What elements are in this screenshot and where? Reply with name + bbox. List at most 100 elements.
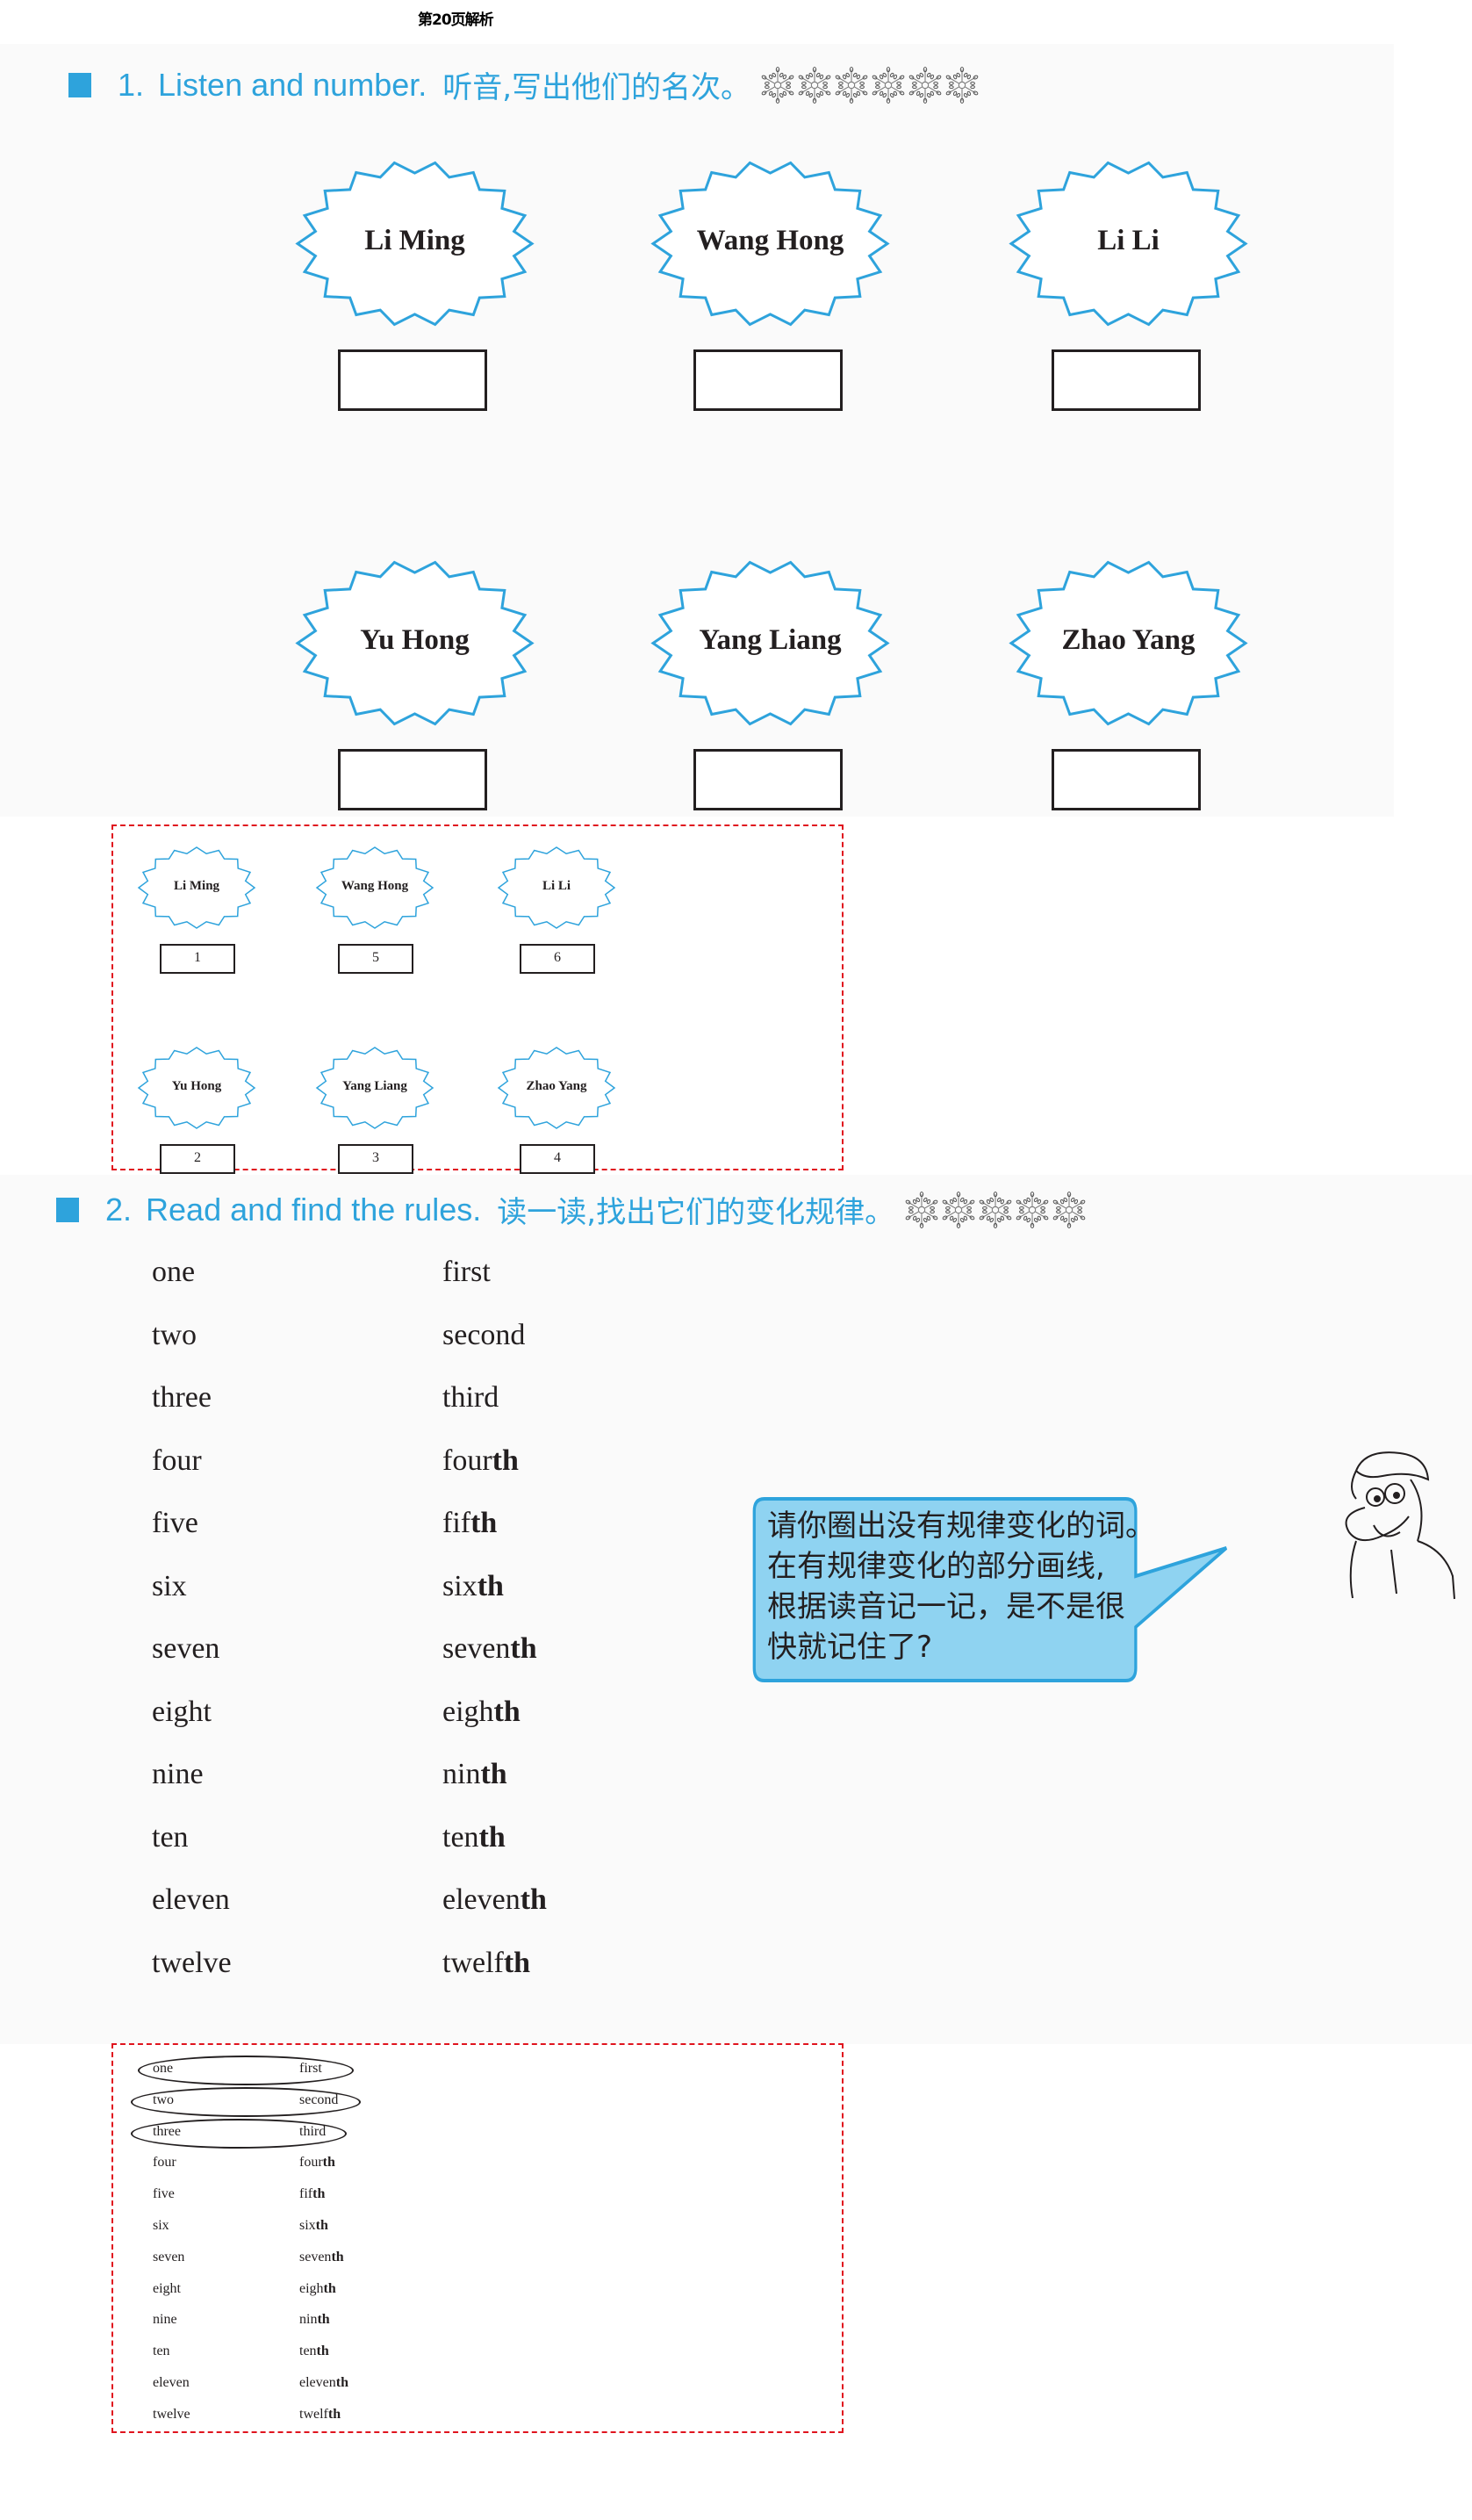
page-title: 第20页解析: [418, 11, 494, 29]
ordinal-suffix: th: [478, 1820, 506, 1854]
cardinal-number-word: two: [153, 2092, 174, 2107]
snowflake-icon: [945, 66, 979, 104]
exercise-title-zh: 读一读,找出它们的变化规律。: [497, 1195, 895, 1230]
ordinal-stem: third: [442, 1381, 499, 1414]
snowflake-decoration: [759, 66, 980, 104]
cardinal-number-word: three: [153, 2123, 181, 2139]
rank-answer-box[interactable]: [1052, 749, 1201, 810]
ordinal-suffix: th: [480, 1758, 507, 1790]
ordinal-stem: first: [442, 1256, 491, 1288]
ordinal-stem: twelf: [442, 1946, 504, 1979]
ordinal-suffix: th: [322, 2155, 335, 2171]
cardinal-number-word: six: [152, 1569, 187, 1602]
cardinal-number-word: seven: [152, 1632, 220, 1665]
snowflake-icon: [905, 1191, 938, 1228]
ordinal-number-word: first: [299, 2061, 322, 2077]
rank-answer-box[interactable]: [693, 349, 843, 411]
cardinal-number-word: one: [152, 1256, 196, 1288]
snowflake-icon: [835, 66, 868, 104]
student-name: Wang Hong: [696, 225, 844, 256]
ordinal-suffix: th: [315, 2218, 328, 2233]
rank-answer: 2: [160, 1144, 235, 1174]
ordinal-stem: eigh: [299, 2280, 324, 2296]
square-bullet-icon: [68, 72, 91, 97]
student-name: Wang Hong: [341, 879, 409, 893]
answer-name-burst: Yang Liang: [313, 1044, 436, 1136]
ordinal-stem: seven: [442, 1632, 511, 1665]
ordinal-suffix: th: [335, 2375, 348, 2390]
speech-bubble-line: 请你圈出没有规律变化的词。: [767, 1508, 1155, 1544]
ordinal-suffix: th: [493, 1695, 521, 1728]
student-name: Yang Liang: [342, 1079, 407, 1093]
exercise-title-en: Read and find the rules.: [146, 1191, 482, 1228]
rank-answer-box[interactable]: [338, 349, 487, 411]
speech-bubble-line: 在有规律变化的部分画线,: [767, 1549, 1105, 1584]
name-burst: Zhao Yang: [1008, 558, 1253, 729]
exercise-title-zh: 听音,写出他们的名次。: [442, 70, 751, 105]
cardinal-number-word: eleven: [153, 2375, 190, 2390]
ordinal-number-word: seventh: [299, 2250, 344, 2265]
student-name: Yu Hong: [360, 624, 470, 656]
rank-answer: 6: [520, 944, 595, 974]
ordinal-stem: six: [299, 2218, 316, 2233]
ordinal-number-word: sixth: [442, 1570, 504, 1603]
ordinal-number-word: sixth: [299, 2218, 328, 2234]
ordinal-stem: twelf: [299, 2406, 328, 2422]
rank-answer-box[interactable]: [693, 749, 843, 810]
ordinal-number-word: third: [442, 1381, 499, 1415]
snowflake-icon: [798, 66, 831, 104]
cardinal-number-word: ten: [152, 1820, 189, 1854]
ordinal-suffix: th: [510, 1632, 537, 1665]
answer-panel-2: one first two second three third four fourth fiv…: [111, 2043, 844, 2433]
rank-answer-box[interactable]: [338, 749, 487, 810]
cardinal-number-word: six: [153, 2218, 169, 2233]
ordinal-stem: seven: [299, 2249, 332, 2264]
student-name: Li Ming: [173, 879, 220, 893]
ordinal-stem: ten: [442, 1820, 479, 1854]
ordinal-number-word: eighth: [442, 1696, 521, 1729]
rank-answer: 4: [520, 1144, 595, 1174]
exercise-number: 2.: [105, 1191, 133, 1228]
student-name: Yang Liang: [699, 624, 842, 656]
ordinal-stem: eleven: [299, 2375, 336, 2390]
answer-name-burst: Yu Hong: [135, 1044, 258, 1136]
snowflake-icon: [942, 1191, 975, 1228]
ordinal-number-word: first: [442, 1256, 491, 1289]
name-burst: Yu Hong: [294, 558, 540, 729]
rank-answer: 3: [338, 1144, 413, 1174]
ordinal-suffix: th: [492, 1444, 519, 1477]
answer-name-burst: Li Li: [495, 844, 618, 936]
cardinal-number-word: four: [153, 2155, 176, 2171]
ordinal-suffix: th: [520, 1883, 547, 1916]
ordinal-number-word: third: [299, 2124, 326, 2140]
cardinal-number-word: ten: [153, 2344, 170, 2359]
snowflake-icon: [1052, 1191, 1086, 1228]
ordinal-suffix: th: [317, 2312, 330, 2328]
ordinal-number-word: fifth: [442, 1507, 497, 1540]
square-bullet-icon: [56, 1197, 79, 1222]
ordinal-number-word: eighth: [299, 2281, 336, 2297]
exercise-title-en: Listen and number.: [158, 66, 427, 103]
ordinal-number-word: ninth: [442, 1758, 507, 1791]
exercise-2-heading: 2. Read and find the rules. 读一读,找出它们的变化规…: [56, 1188, 1088, 1231]
student-name: Zhao Yang: [526, 1079, 587, 1093]
answer-name-burst: Li Ming: [135, 844, 258, 936]
snowflake-decoration: [903, 1191, 1088, 1228]
ordinal-stem: second: [299, 2092, 339, 2107]
ordinal-stem: six: [442, 1569, 478, 1602]
ordinal-number-word: fourth: [442, 1444, 519, 1478]
cardinal-number-word: two: [152, 1318, 197, 1351]
snowflake-icon: [908, 66, 942, 104]
ordinal-stem: nin: [442, 1758, 481, 1790]
ordinal-suffix: th: [503, 1946, 531, 1979]
rank-answer-box[interactable]: [1052, 349, 1201, 411]
student-name: Yu Hong: [171, 1079, 222, 1093]
ordinal-number-word: twelfth: [442, 1947, 530, 1980]
ordinal-stem: four: [442, 1444, 492, 1477]
snowflake-icon: [1016, 1191, 1049, 1228]
cardinal-number-word: twelve: [152, 1946, 232, 1979]
ordinal-number-word: twelfth: [299, 2407, 341, 2423]
ordinal-stem: fif: [442, 1507, 471, 1539]
cardinal-number-word: five: [152, 1507, 198, 1539]
student-name: Li Li: [1097, 225, 1160, 256]
